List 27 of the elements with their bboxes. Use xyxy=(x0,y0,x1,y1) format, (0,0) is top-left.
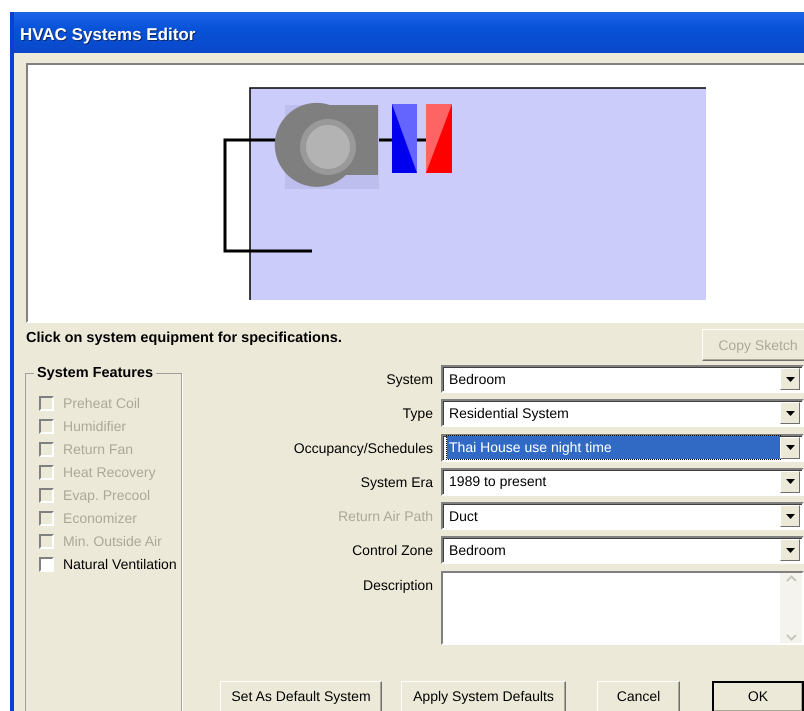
checkbox[interactable] xyxy=(39,557,54,572)
description-field[interactable] xyxy=(441,570,804,645)
dropdown-field[interactable]: Thai House use night time xyxy=(441,434,804,462)
instruction-text: Click on system equipment for specifications. xyxy=(26,329,342,348)
field-label: Type xyxy=(402,404,433,424)
field-label: Occupancy/Schedules xyxy=(292,438,433,458)
dropdown-arrow-icon[interactable] xyxy=(786,445,794,450)
field-label: Description xyxy=(362,576,433,595)
window-title: HVAC Systems Editor xyxy=(14,12,804,53)
dropdown-arrow-icon[interactable] xyxy=(786,410,794,416)
dropdown-field[interactable]: Bedroom xyxy=(441,536,804,564)
dialog-button[interactable]: Cancel xyxy=(597,680,680,711)
dropdown-arrow-icon[interactable] xyxy=(786,479,794,484)
dialog-button[interactable]: OK xyxy=(712,680,804,711)
dropdown-field[interactable]: 1989 to present xyxy=(441,468,804,496)
dropdown-arrow-icon[interactable] xyxy=(786,548,794,553)
dropdown-field[interactable]: Residential System xyxy=(441,399,804,428)
field-label: Return Air Path xyxy=(337,507,433,526)
dropdown-field[interactable]: Bedroom xyxy=(441,365,804,393)
field-label: System Era xyxy=(360,472,433,492)
dialog-button[interactable]: Apply System Defaults xyxy=(401,680,566,711)
checkbox-label[interactable]: Natural Ventilation xyxy=(63,554,177,575)
field-label: Control Zone xyxy=(351,541,433,560)
dialog-button[interactable]: Set As Default System xyxy=(220,680,382,711)
dropdown-arrow-icon[interactable] xyxy=(786,376,794,382)
field-label: System xyxy=(385,370,433,389)
system-schematic-drawing[interactable] xyxy=(224,87,706,300)
